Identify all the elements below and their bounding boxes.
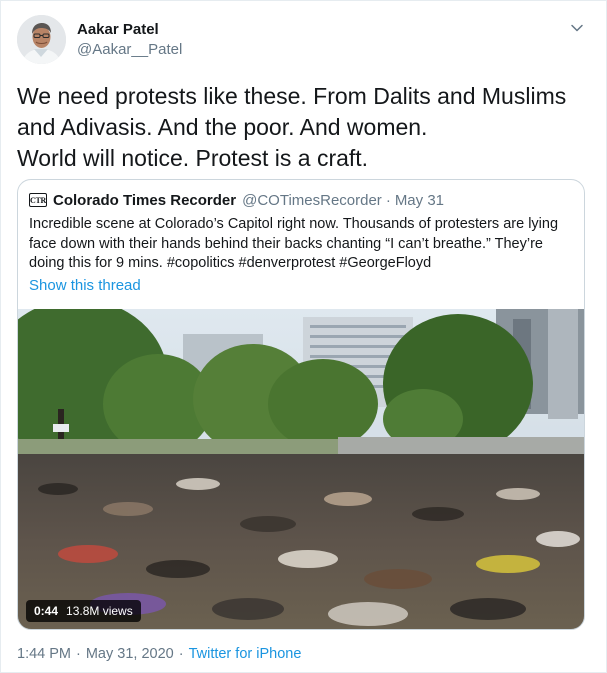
video-stats-badge: 0:44 13.8M views bbox=[26, 600, 141, 622]
quoted-author-name: Colorado Times Recorder bbox=[53, 191, 237, 209]
video-player[interactable]: 0:44 13.8M views bbox=[18, 309, 584, 629]
quoted-tweet[interactable]: CTR Colorado Times Recorder @COTimesReco… bbox=[17, 179, 585, 630]
show-thread-link[interactable]: Show this thread bbox=[29, 277, 141, 294]
quoted-tweet-header: CTR Colorado Times Recorder @COTimesReco… bbox=[29, 190, 444, 210]
tweet-date[interactable]: May 31, 2020 bbox=[86, 646, 174, 662]
avatar[interactable] bbox=[17, 15, 66, 64]
quoted-tweet-text: Incredible scene at Colorado’s Capitol r… bbox=[29, 215, 577, 274]
quoted-date: May 31 bbox=[394, 191, 445, 209]
tweet-text-line: World will notice. Protest is a craft. bbox=[17, 145, 369, 171]
quoted-text-line: doing this for 9 mins. #copolitics #denv… bbox=[29, 255, 432, 271]
quoted-separator: · bbox=[385, 191, 391, 209]
tweet-text-line: and Adivasis. And the poor. And women. bbox=[17, 114, 428, 140]
quoted-author-handle: @COTimesRecorder bbox=[242, 191, 382, 209]
video-thumbnail bbox=[18, 309, 584, 629]
ctr-logo-icon: CTR bbox=[29, 193, 47, 207]
tweet-card: Aakar Patel @Aakar__Patel We need protes… bbox=[0, 0, 607, 673]
tweet-text-line: We need protests like these. From Dalits… bbox=[17, 83, 567, 109]
quoted-text-line: Incredible scene at Colorado’s Capitol r… bbox=[29, 216, 559, 232]
footer-separator: · bbox=[178, 646, 184, 662]
tweet-footer: 1:44 PM · May 31, 2020 · Twitter for iPhone bbox=[17, 646, 301, 662]
video-duration: 0:44 bbox=[34, 604, 59, 618]
video-views: 13.8M views bbox=[66, 604, 133, 618]
quoted-text-line: face down with their hands behind their … bbox=[29, 235, 543, 252]
tweet-time[interactable]: 1:44 PM bbox=[17, 646, 71, 662]
chevron-down-icon[interactable] bbox=[568, 19, 586, 37]
author-handle[interactable]: @Aakar__Patel bbox=[77, 41, 182, 58]
author-name[interactable]: Aakar Patel bbox=[77, 21, 159, 38]
tweet-text: We need protests like these. From Dalits… bbox=[17, 81, 587, 174]
tweet-source-link[interactable]: Twitter for iPhone bbox=[189, 646, 302, 662]
footer-separator: · bbox=[76, 646, 81, 662]
